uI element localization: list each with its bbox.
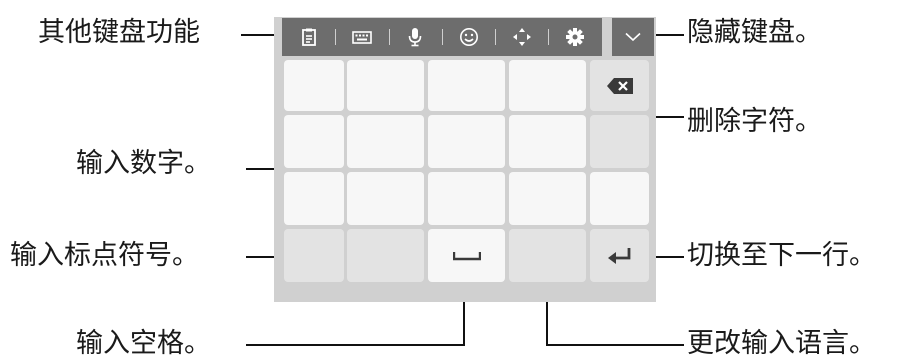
key-r1-c2[interactable] (347, 60, 424, 111)
hide-keyboard-button[interactable] (612, 18, 654, 56)
backspace-icon (606, 77, 633, 94)
key-r2-c3[interactable] (428, 115, 505, 168)
key-r3-c5[interactable] (590, 172, 649, 225)
settings-gear-icon[interactable] (548, 18, 601, 56)
callout-change-language: 更改输入语言。 (687, 328, 876, 359)
leader-line-language-h (546, 344, 684, 346)
keyboard (274, 17, 656, 302)
leader-line-space-h (246, 344, 465, 346)
callout-enter-symbols: 输入标点符号。 (10, 240, 199, 271)
chevron-down-icon (625, 32, 641, 42)
key-r1-c1[interactable] (284, 60, 344, 111)
space-bar-icon (452, 251, 481, 260)
microphone-icon[interactable] (388, 18, 442, 56)
symbols-key[interactable] (284, 229, 344, 282)
key-r2-c1[interactable] (284, 115, 344, 168)
key-r2-c5[interactable] (590, 115, 649, 168)
callout-new-line: 切换至下一行。 (687, 240, 876, 271)
callout-other-keyboard-functions: 其他键盘功能 (38, 17, 200, 48)
clipboard-icon[interactable] (282, 18, 335, 56)
enter-return-icon (607, 247, 630, 264)
key-r1-c3[interactable] (428, 60, 505, 111)
keyboard-toolbar (282, 18, 602, 56)
key-r3-c1[interactable] (284, 172, 344, 225)
language-key[interactable] (509, 229, 586, 282)
cursor-move-icon[interactable] (495, 18, 548, 56)
emoji-icon[interactable] (441, 18, 495, 56)
key-r1-c4[interactable] (509, 60, 586, 111)
key-r2-c4[interactable] (509, 115, 586, 168)
key-r3-c2[interactable] (347, 172, 424, 225)
numbers-key[interactable] (347, 229, 424, 282)
key-r2-c2[interactable] (347, 115, 424, 168)
key-r3-c3[interactable] (428, 172, 505, 225)
callout-enter-space: 输入空格。 (76, 328, 211, 359)
delete-key[interactable] (590, 60, 649, 111)
enter-key[interactable] (590, 229, 649, 282)
callout-hide-keyboard: 隐藏键盘。 (687, 17, 822, 48)
callout-enter-numbers: 输入数字。 (76, 148, 211, 179)
space-key[interactable] (428, 229, 505, 282)
callout-delete-character: 删除字符。 (687, 106, 822, 137)
keyboard-icon[interactable] (335, 18, 388, 56)
key-r3-c4[interactable] (509, 172, 586, 225)
